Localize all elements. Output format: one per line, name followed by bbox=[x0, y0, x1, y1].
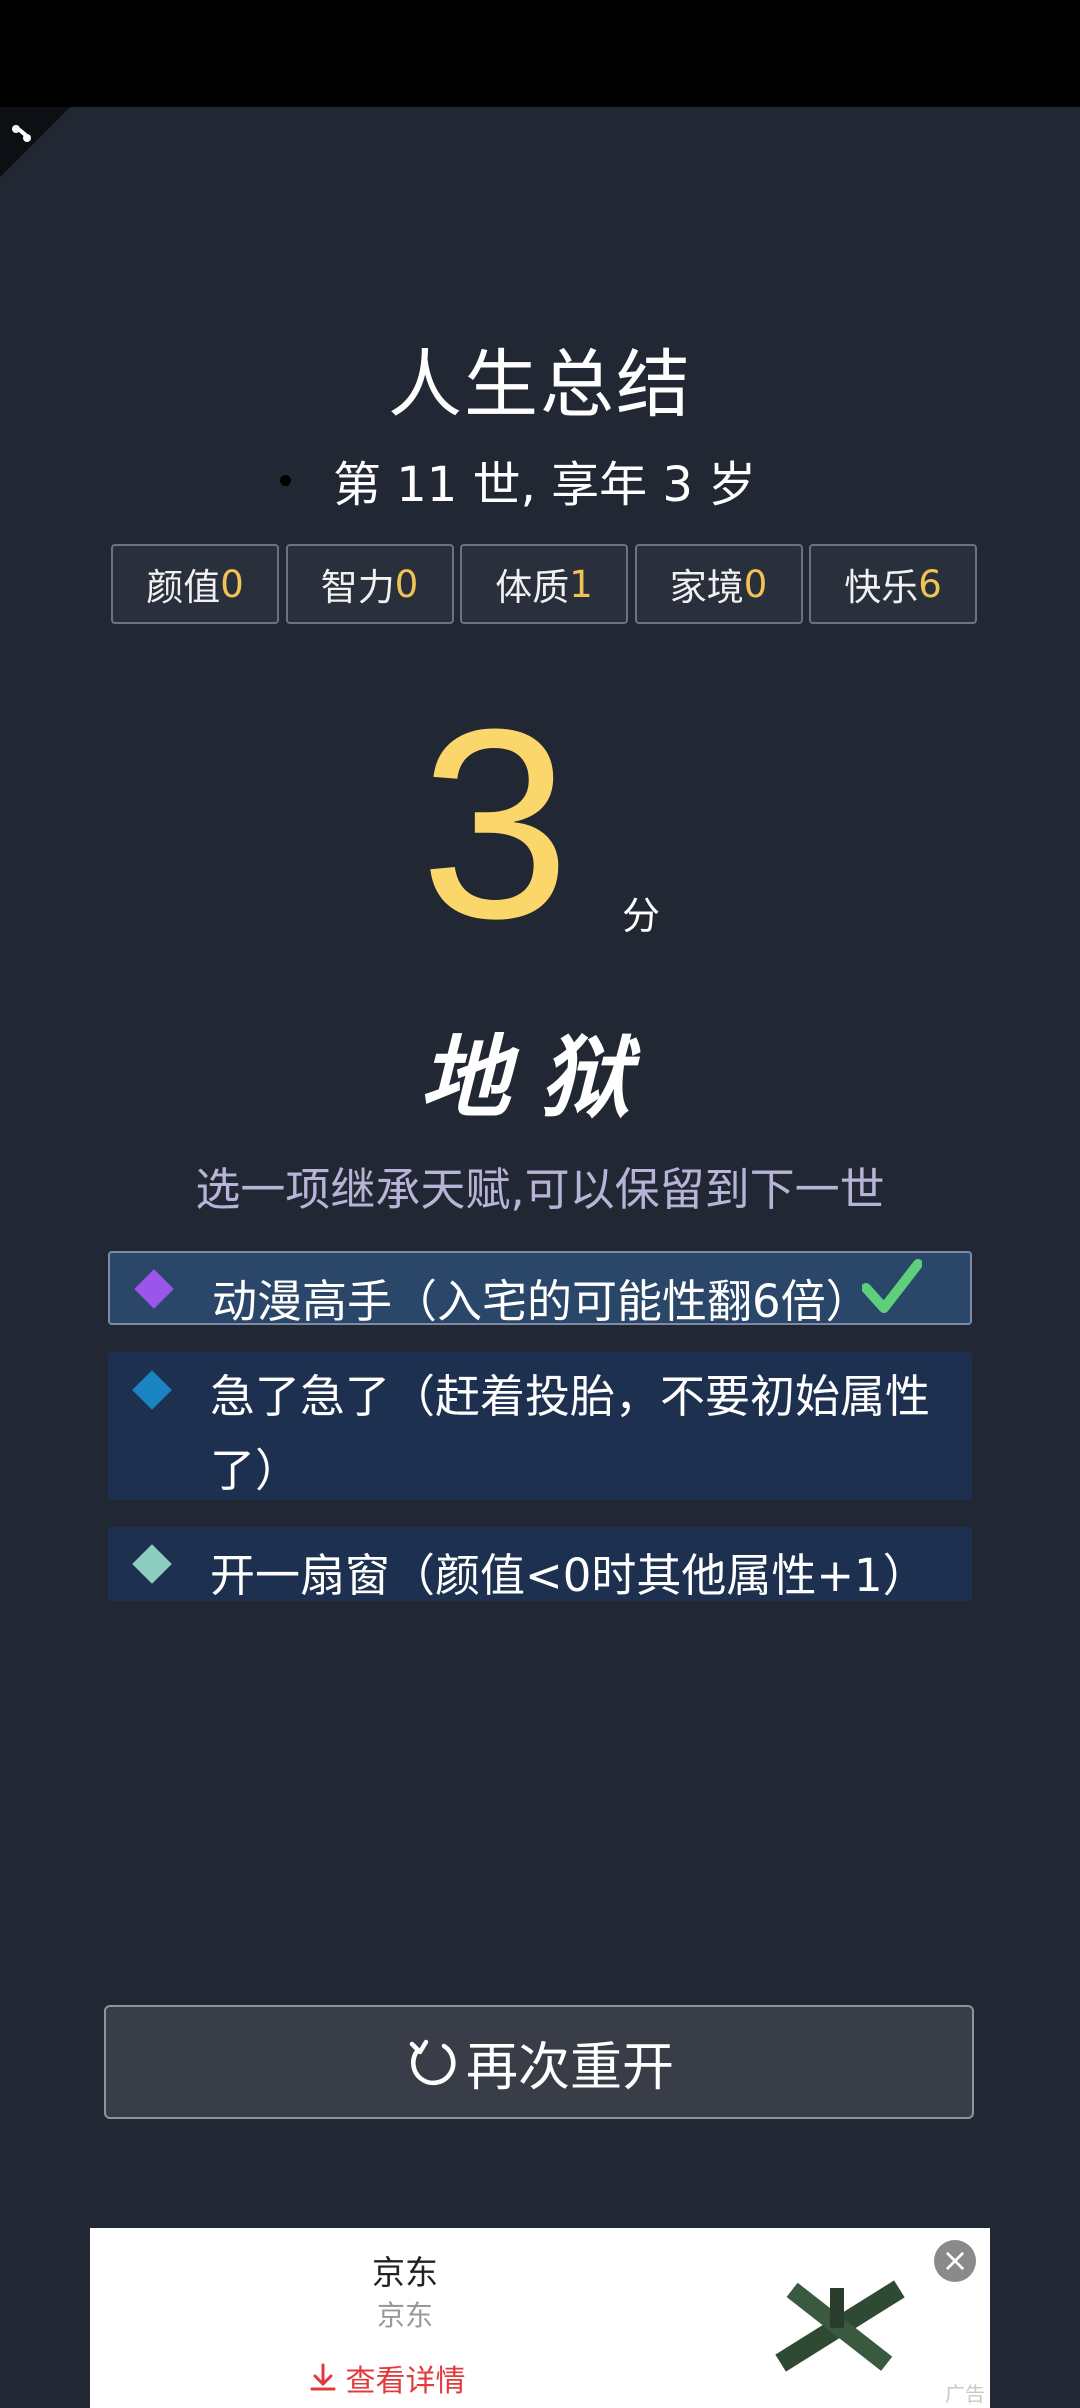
attribute-appearance: 颜值 0 bbox=[111, 544, 279, 624]
score-value: 3 bbox=[420, 674, 571, 975]
attribute-value: 1 bbox=[569, 562, 593, 606]
attribute-value: 0 bbox=[394, 562, 419, 606]
restart-button[interactable]: 再次重开 bbox=[104, 2005, 974, 2119]
grade-label: 地狱 bbox=[420, 1025, 660, 1131]
download-icon bbox=[310, 2363, 336, 2391]
status-bar bbox=[0, 0, 1080, 107]
ad-product-image bbox=[775, 2280, 905, 2372]
talent-text: 开一扇窗（颜值<0时其他属性+1） bbox=[210, 1549, 928, 1602]
ad-detail-link[interactable]: 查看详情 bbox=[310, 2356, 466, 2400]
talent-text: 急了急了（赶着投胎，不要初始属性了） bbox=[210, 1370, 931, 1497]
attribute-label: 体质 bbox=[495, 566, 570, 609]
ad-banner[interactable]: 京东 京东 查看详情 × 广告 bbox=[90, 2228, 990, 2408]
attribute-happiness: 快乐 6 bbox=[809, 544, 977, 624]
refresh-icon bbox=[409, 2039, 456, 2086]
corner-badge bbox=[0, 107, 70, 177]
attribute-value: 0 bbox=[220, 562, 244, 606]
talent-text: 动漫高手（入宅的可能性翻6倍） bbox=[212, 1275, 871, 1328]
close-icon[interactable]: × bbox=[934, 2240, 976, 2282]
bullet-dot bbox=[280, 474, 291, 486]
ad-link-label: 查看详情 bbox=[345, 2364, 466, 2399]
talent-option-2[interactable]: 急了急了（赶着投胎，不要初始属性了） bbox=[108, 1352, 972, 1500]
attribute-list: 颜值 0 智力 0 体质 1 家境 0 快乐 6 bbox=[111, 544, 977, 624]
blue-diamond-icon bbox=[132, 1370, 172, 1410]
attribute-physique: 体质 1 bbox=[460, 544, 628, 624]
restart-label: 再次重开 bbox=[465, 2037, 674, 2098]
attribute-label: 家境 bbox=[669, 566, 744, 609]
talent-option-3[interactable]: 开一扇窗（颜值<0时其他属性+1） bbox=[108, 1527, 972, 1602]
attribute-label: 快乐 bbox=[844, 566, 919, 609]
attribute-value: 0 bbox=[743, 562, 768, 606]
life-info-text: 第 11 世, 享年 3 岁 bbox=[333, 457, 757, 513]
inherit-hint: 选一项继承天赋,可以保留到下一世 bbox=[195, 1163, 885, 1216]
attribute-value: 6 bbox=[918, 562, 942, 606]
score-unit: 分 bbox=[622, 894, 661, 938]
attribute-intelligence: 智力 0 bbox=[285, 544, 454, 624]
attribute-label: 颜值 bbox=[146, 566, 221, 609]
talent-option-1[interactable]: 动漫高手（入宅的可能性翻6倍） bbox=[108, 1251, 972, 1328]
ad-subtitle: 京东 bbox=[376, 2299, 433, 2332]
corner-logo-icon bbox=[12, 125, 31, 142]
life-info: 第 11 世, 享年 3 岁 bbox=[280, 445, 756, 515]
page-title: 人生总结 bbox=[388, 342, 692, 428]
ad-title: 京东 bbox=[372, 2253, 438, 2292]
purple-diamond-icon bbox=[134, 1269, 174, 1309]
ad-tag: 广告 bbox=[945, 2382, 985, 2406]
attribute-family: 家境 0 bbox=[634, 544, 803, 624]
attribute-label: 智力 bbox=[320, 566, 395, 609]
checkmark-icon bbox=[862, 1259, 922, 1313]
teal-diamond-icon bbox=[132, 1544, 172, 1584]
